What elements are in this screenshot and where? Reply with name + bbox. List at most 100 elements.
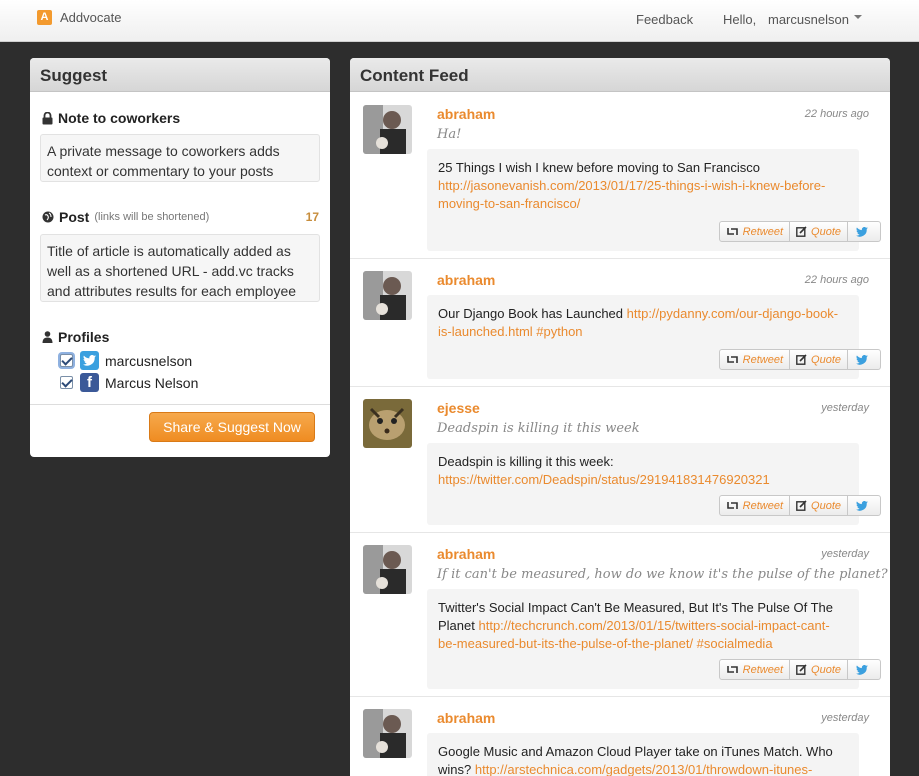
note-label: Note to coworkers: [42, 110, 180, 126]
facebook-icon: f: [80, 373, 99, 392]
profile-row-facebook: f Marcus Nelson: [60, 373, 198, 392]
shared-title: Deadspin is killing it this week:: [438, 454, 614, 469]
quote-label: Quote: [811, 499, 841, 512]
suggest-panel-title: Suggest: [30, 58, 330, 92]
author-name[interactable]: abraham: [437, 546, 495, 562]
post-textarea[interactable]: Title of article is automatically added …: [40, 234, 320, 302]
quote-text: If it can't be measured, how do we know …: [437, 567, 888, 582]
author-name[interactable]: abraham: [437, 106, 495, 122]
shared-title: Our Django Book has Launched: [438, 306, 624, 321]
profiles-label-text: Profiles: [58, 329, 110, 345]
quote-button[interactable]: Quote: [790, 350, 848, 369]
avatar[interactable]: [363, 545, 412, 594]
globe-icon: [42, 211, 54, 223]
quote-button[interactable]: Quote: [790, 496, 848, 515]
edit-icon: [796, 226, 807, 237]
feed-item: abraham 22 hours ago Ha! 25 Things I wis…: [350, 93, 890, 259]
user-icon: [42, 331, 53, 343]
twitter-bird-icon: [856, 354, 868, 365]
author-name[interactable]: ejesse: [437, 400, 480, 416]
post-time: 22 hours ago: [804, 274, 869, 286]
feed-item: abraham yesterday If it can't be measure…: [350, 533, 890, 697]
share-suggest-button[interactable]: Share & Suggest Now: [149, 412, 315, 442]
shared-link[interactable]: http://arstechnica.com/gadgets/2013/01/t…: [475, 762, 812, 776]
author-name[interactable]: abraham: [437, 272, 495, 288]
post-time: yesterday: [821, 402, 869, 414]
twitter-icon: [80, 351, 99, 370]
post-label-text: Post: [59, 209, 90, 225]
shared-content: Google Music and Amazon Cloud Player tak…: [427, 733, 859, 776]
post-hint: (links will be shortened): [94, 211, 210, 223]
profile-row-twitter: marcusnelson: [60, 351, 192, 370]
tweet-button[interactable]: [848, 350, 880, 369]
author-name[interactable]: abraham: [437, 710, 495, 726]
retweet-button[interactable]: Retweet: [720, 496, 791, 515]
twitter-bird-icon: [856, 226, 868, 237]
user-menu-toggle[interactable]: marcusnelson: [768, 12, 849, 27]
profiles-label: Profiles: [42, 329, 109, 345]
avatar[interactable]: [363, 399, 412, 448]
caret-down-icon[interactable]: [854, 15, 862, 19]
profile-name-facebook: Marcus Nelson: [105, 374, 199, 391]
retweet-label: Retweet: [742, 353, 784, 366]
action-group: Retweet Quote: [718, 495, 881, 516]
retweet-icon: [726, 502, 738, 509]
tweet-button[interactable]: [848, 660, 880, 679]
note-label-text: Note to coworkers: [58, 110, 181, 126]
profile-checkbox-twitter[interactable]: [60, 354, 73, 367]
feed-item: abraham 22 hours ago Our Django Book has…: [350, 259, 890, 387]
feed-item: ejesse yesterday Deadspin is killing it …: [350, 387, 890, 533]
quote-label: Quote: [811, 663, 841, 676]
quote-text: Deadspin is killing it this week: [437, 421, 640, 436]
quote-label: Quote: [811, 353, 841, 366]
edit-icon: [796, 500, 807, 511]
quote-text: Ha!: [437, 127, 462, 142]
quote-button[interactable]: Quote: [790, 222, 848, 241]
brand-link[interactable]: A Addvocate: [37, 10, 121, 25]
brand-name: Addvocate: [60, 10, 122, 25]
retweet-button[interactable]: Retweet: [720, 660, 791, 679]
retweet-button[interactable]: Retweet: [720, 350, 791, 369]
avatar[interactable]: [363, 105, 412, 154]
character-counter: 17: [305, 210, 319, 224]
avatar[interactable]: [363, 271, 412, 320]
tweet-button[interactable]: [848, 496, 880, 515]
retweet-icon: [726, 356, 738, 363]
post-time: 22 hours ago: [804, 108, 869, 120]
quote-label: Quote: [811, 225, 841, 238]
tweet-button[interactable]: [848, 222, 880, 241]
note-textarea[interactable]: A private message to coworkers adds cont…: [40, 134, 320, 182]
avatar[interactable]: [363, 709, 412, 758]
retweet-button[interactable]: Retweet: [720, 222, 791, 241]
retweet-label: Retweet: [742, 663, 784, 676]
action-group: Retweet Quote: [718, 659, 881, 680]
retweet-icon: [726, 666, 738, 673]
quote-button[interactable]: Quote: [790, 660, 848, 679]
twitter-bird-icon: [856, 664, 868, 675]
feed-item: abraham yesterday Google Music and Amazo…: [350, 697, 890, 776]
lock-icon: [42, 111, 53, 124]
edit-icon: [796, 664, 807, 675]
action-group: Retweet Quote: [718, 349, 881, 370]
post-time: yesterday: [821, 712, 869, 724]
suggest-divider: [30, 404, 330, 405]
addvocate-logo-icon: A: [37, 10, 52, 25]
shared-link[interactable]: http://techcrunch.com/2013/01/15/twitter…: [438, 618, 830, 651]
retweet-label: Retweet: [742, 225, 784, 238]
action-group: Retweet Quote: [718, 221, 881, 242]
suggest-panel: Suggest Note to coworkers A private mess…: [30, 58, 330, 457]
shared-title: 25 Things I wish I knew before moving to…: [438, 160, 761, 175]
greeting-text: Hello,: [723, 12, 757, 27]
post-label: Post (links will be shortened): [42, 209, 209, 225]
content-feed-title: Content Feed: [350, 58, 890, 92]
feedback-link[interactable]: Feedback: [636, 12, 693, 27]
profile-name-twitter: marcusnelson: [105, 352, 193, 369]
shared-link[interactable]: https://twitter.com/Deadspin/status/2919…: [438, 472, 770, 487]
twitter-bird-icon: [856, 500, 868, 511]
content-feed-panel: Content Feed abraham 22 hours ago Ha! 25…: [350, 58, 890, 776]
retweet-label: Retweet: [742, 499, 784, 512]
profile-checkbox-facebook[interactable]: [60, 376, 73, 389]
edit-icon: [796, 354, 807, 365]
post-time: yesterday: [821, 548, 869, 560]
shared-link[interactable]: http://jasonevanish.com/2013/01/17/25-th…: [438, 178, 825, 211]
